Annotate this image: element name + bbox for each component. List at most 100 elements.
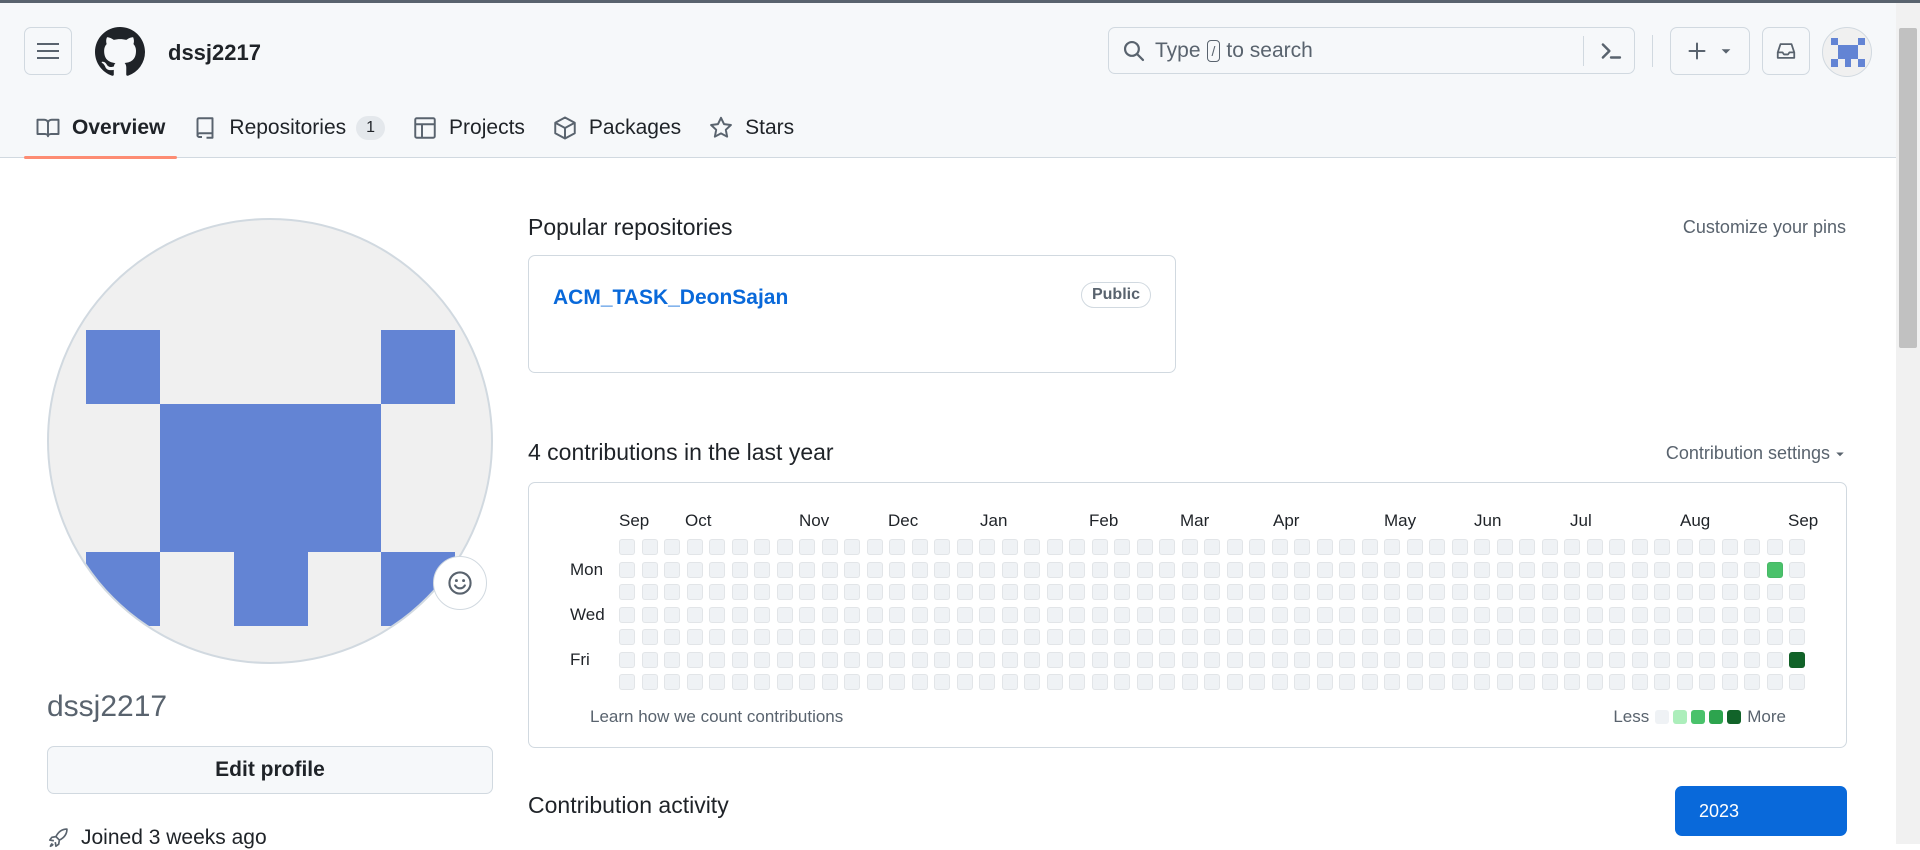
contribution-day-cell[interactable] [1069,539,1085,555]
edit-profile-button[interactable]: Edit profile [47,746,493,794]
contribution-day-cell[interactable] [799,606,815,623]
contribution-day-cell[interactable] [1024,606,1040,623]
contribution-day-cell[interactable] [1789,651,1805,668]
contribution-day-cell[interactable] [664,629,680,645]
contribution-day-cell[interactable] [1001,584,1018,600]
contribution-day-cell[interactable] [1136,584,1153,600]
contribution-day-cell[interactable] [1114,651,1130,668]
contribution-day-cell[interactable] [1699,674,1715,690]
contribution-day-cell[interactable] [1451,539,1468,555]
contribution-day-cell[interactable] [1451,651,1468,668]
contribution-day-cell[interactable] [1631,584,1648,600]
contribution-day-cell[interactable] [956,674,973,690]
contribution-day-cell[interactable] [911,629,928,645]
contribution-day-cell[interactable] [1069,651,1085,668]
contribution-day-cell[interactable] [1586,651,1603,668]
search-input[interactable]: Type / to search [1108,27,1635,74]
contribution-day-cell[interactable] [1496,629,1513,645]
contribution-day-cell[interactable] [1361,606,1378,623]
learn-contributions-link[interactable]: Learn how we count contributions [590,707,843,727]
contribution-day-cell[interactable] [844,606,860,623]
contribution-day-cell[interactable] [1294,584,1310,600]
contribution-day-cell[interactable] [709,629,725,645]
contribution-day-cell[interactable] [1316,561,1333,578]
contribution-day-cell[interactable] [1451,606,1468,623]
contribution-day-cell[interactable] [1541,606,1558,623]
contribution-day-cell[interactable] [1496,561,1513,578]
contribution-day-cell[interactable] [709,674,725,690]
contribution-day-cell[interactable] [1586,539,1603,555]
contribution-day-cell[interactable] [911,584,928,600]
contribution-day-cell[interactable] [1429,651,1445,668]
contribution-day-cell[interactable] [1114,539,1130,555]
contribution-day-cell[interactable] [1091,561,1108,578]
contribution-day-cell[interactable] [821,539,838,555]
contribution-day-cell[interactable] [686,584,703,600]
contribution-day-cell[interactable] [1069,584,1085,600]
contribution-day-cell[interactable] [821,561,838,578]
contribution-day-cell[interactable] [1721,674,1738,690]
contribution-day-cell[interactable] [1384,606,1400,623]
contribution-day-cell[interactable] [1249,584,1265,600]
contribution-day-cell[interactable] [1001,539,1018,555]
contribution-day-cell[interactable] [1226,674,1243,690]
contribution-day-cell[interactable] [641,539,658,555]
customize-pins-link[interactable]: Customize your pins [1683,217,1846,238]
contribution-day-cell[interactable] [1541,561,1558,578]
contribution-day-cell[interactable] [1384,674,1400,690]
contribution-day-cell[interactable] [1406,651,1423,668]
contribution-day-cell[interactable] [1024,651,1040,668]
contribution-day-cell[interactable] [934,561,950,578]
contribution-day-cell[interactable] [686,606,703,623]
contribution-day-cell[interactable] [664,674,680,690]
contribution-day-cell[interactable] [1541,674,1558,690]
contribution-day-cell[interactable] [776,674,793,690]
contribution-day-cell[interactable] [619,539,635,555]
contribution-day-cell[interactable] [1406,539,1423,555]
contribution-day-cell[interactable] [1676,674,1693,690]
contribution-day-cell[interactable] [1159,539,1175,555]
set-status-button[interactable] [433,556,487,610]
scrollbar-thumb[interactable] [1899,28,1917,348]
contribution-day-cell[interactable] [1159,629,1175,645]
contribution-day-cell[interactable] [1586,561,1603,578]
contribution-day-cell[interactable] [1429,561,1445,578]
contribution-day-cell[interactable] [776,539,793,555]
contribution-day-cell[interactable] [1744,674,1760,690]
contribution-day-cell[interactable] [1024,629,1040,645]
contribution-day-cell[interactable] [1519,651,1535,668]
contribution-day-cell[interactable] [1631,606,1648,623]
contribution-day-cell[interactable] [1339,674,1355,690]
contribution-day-cell[interactable] [1024,674,1040,690]
contribution-day-cell[interactable] [1654,584,1670,600]
contribution-day-cell[interactable] [1721,651,1738,668]
contribution-day-cell[interactable] [1249,539,1265,555]
contribution-day-cell[interactable] [1564,584,1580,600]
contribution-day-cell[interactable] [1316,584,1333,600]
contribution-day-cell[interactable] [1766,584,1783,600]
contribution-day-cell[interactable] [1541,539,1558,555]
contribution-day-cell[interactable] [1564,606,1580,623]
contribution-day-cell[interactable] [731,651,748,668]
contribution-day-cell[interactable] [1294,651,1310,668]
repo-link[interactable]: ACM_TASK_DeonSajan [553,286,788,310]
contribution-day-cell[interactable] [1024,584,1040,600]
header-username[interactable]: dssj2217 [168,40,261,66]
contribution-day-cell[interactable] [1181,674,1198,690]
contribution-day-cell[interactable] [1406,584,1423,600]
contribution-day-cell[interactable] [1541,584,1558,600]
contribution-day-cell[interactable] [1609,651,1625,668]
contribution-day-cell[interactable] [1204,651,1220,668]
contribution-day-cell[interactable] [1339,629,1355,645]
contribution-day-cell[interactable] [1451,674,1468,690]
contribution-day-cell[interactable] [1429,674,1445,690]
contribution-day-cell[interactable] [844,584,860,600]
contribution-day-cell[interactable] [1204,561,1220,578]
contribution-day-cell[interactable] [1091,539,1108,555]
contribution-day-cell[interactable] [1271,674,1288,690]
contribution-day-cell[interactable] [1384,629,1400,645]
contribution-day-cell[interactable] [889,539,905,555]
contribution-day-cell[interactable] [1406,561,1423,578]
contribution-day-cell[interactable] [911,561,928,578]
contribution-day-cell[interactable] [1766,651,1783,668]
